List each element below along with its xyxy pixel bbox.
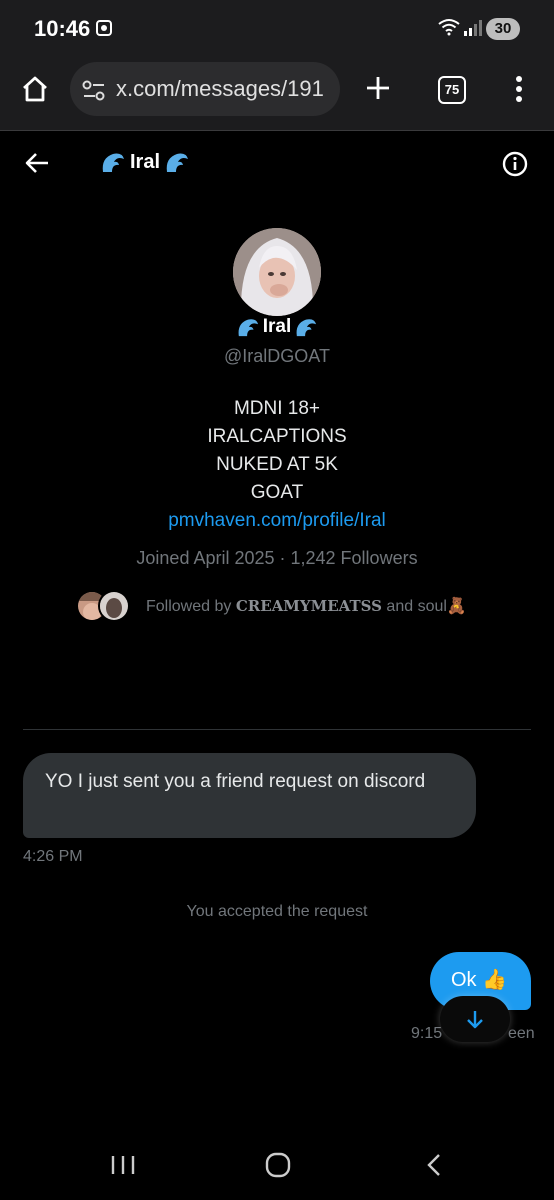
scroll-to-bottom-button[interactable] bbox=[440, 996, 510, 1042]
followed-by-text: Followed by CREAMYMEATSS and soul🧸 bbox=[146, 596, 467, 616]
avatar-image bbox=[233, 228, 321, 316]
info-icon[interactable] bbox=[502, 151, 528, 177]
battery-indicator: 30 bbox=[486, 18, 520, 40]
recents-icon[interactable] bbox=[110, 1154, 136, 1176]
status-time: 10:46 bbox=[34, 16, 91, 41]
conversation-title[interactable]: Iral bbox=[100, 150, 190, 174]
wave-emoji-icon bbox=[102, 153, 124, 172]
more-options-icon[interactable] bbox=[510, 74, 528, 104]
conversation-header: Iral bbox=[0, 131, 554, 197]
wave-emoji-icon bbox=[296, 319, 317, 337]
home-icon[interactable] bbox=[20, 74, 50, 104]
wifi-icon bbox=[438, 19, 460, 36]
bio-line: GOAT bbox=[250, 482, 304, 503]
outgoing-message-time: 9:15 bbox=[411, 1025, 443, 1042]
profile-avatar[interactable] bbox=[233, 228, 321, 316]
signal-icon bbox=[464, 20, 482, 36]
screen-record-icon bbox=[96, 20, 112, 36]
status-bar: 10:46 30 bbox=[0, 0, 554, 60]
home-nav-icon[interactable] bbox=[264, 1152, 292, 1178]
followed-by-prefix: Followed by bbox=[146, 598, 232, 615]
profile-handle: @IralDGOAT bbox=[224, 346, 330, 366]
request-accepted-notice: You accepted the request bbox=[186, 903, 368, 920]
profile-name-row: Iral bbox=[0, 316, 554, 338]
wave-emoji-icon bbox=[166, 153, 189, 172]
seen-status: een bbox=[508, 1025, 535, 1042]
divider bbox=[23, 729, 531, 730]
address-bar[interactable]: x.com/messages/191 bbox=[70, 62, 340, 116]
bio-line: MDNI 18+ bbox=[233, 398, 321, 419]
profile-name: Iral bbox=[262, 316, 292, 337]
bio-line: NUKED AT 5K bbox=[216, 454, 338, 475]
conversation-title-text: Iral bbox=[130, 150, 161, 173]
bio-line: IRALCAPTIONS bbox=[207, 426, 347, 447]
incoming-message-time: 4:26 PM bbox=[23, 848, 83, 865]
url-text: x.com/messages/191 bbox=[116, 76, 324, 101]
site-settings-icon[interactable] bbox=[82, 80, 106, 102]
profile-link[interactable]: pmvhaven.com/profile/Iral bbox=[0, 507, 554, 535]
profile-bio: MDNI 18+ IRALCAPTIONS NUKED AT 5K GOAT p… bbox=[0, 395, 554, 535]
follower-avatar bbox=[98, 590, 130, 622]
browser-toolbar: x.com/messages/191 75 bbox=[0, 60, 554, 131]
back-arrow-icon[interactable] bbox=[24, 151, 50, 175]
wave-emoji-icon bbox=[238, 319, 258, 337]
followed-by-suffix: and soul🧸 bbox=[386, 598, 467, 615]
followed-by-name: CREAMYMEATSS bbox=[235, 597, 382, 615]
system-navigation-bar bbox=[0, 1130, 554, 1200]
followed-by-row[interactable]: Followed by CREAMYMEATSS and soul🧸 bbox=[76, 590, 467, 622]
profile-joined-followers: Joined April 2025 · 1,242 Followers bbox=[136, 548, 418, 568]
new-tab-icon[interactable] bbox=[364, 74, 392, 102]
tab-switcher-button[interactable]: 75 bbox=[438, 76, 466, 104]
incoming-message-bubble[interactable]: YO I just sent you a friend request on d… bbox=[23, 753, 476, 838]
back-nav-icon[interactable] bbox=[424, 1152, 444, 1178]
arrow-down-icon bbox=[467, 1011, 483, 1029]
